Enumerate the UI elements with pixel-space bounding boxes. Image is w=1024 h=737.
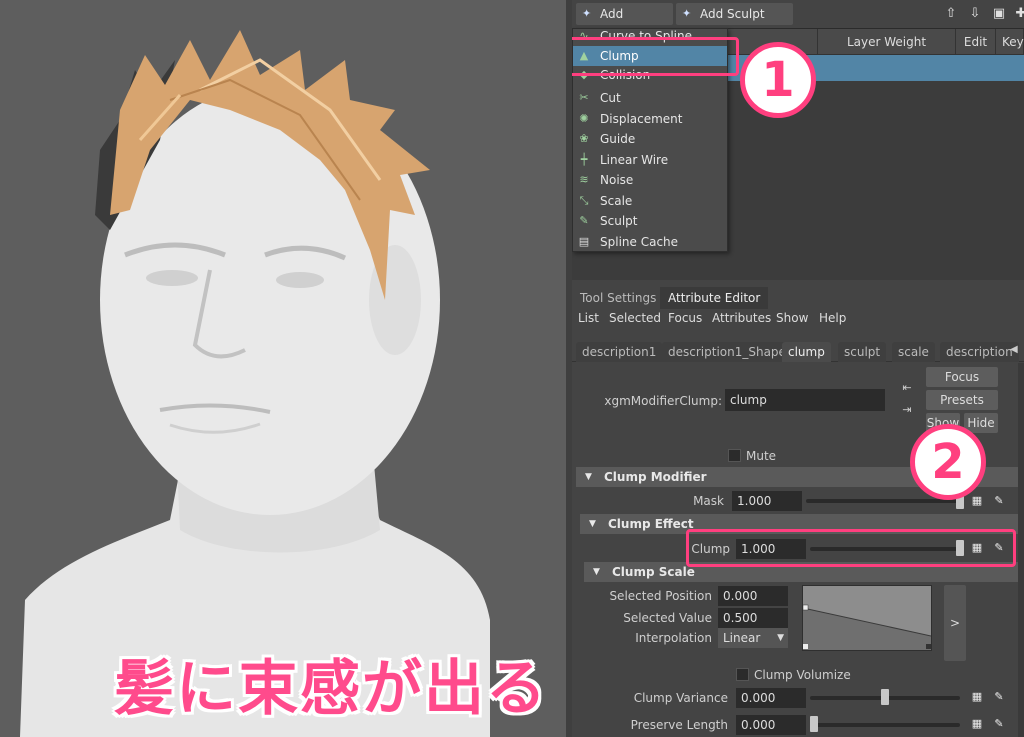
menu-selected[interactable]: Selected [609,309,661,327]
texture-map-icon[interactable]: ▦ [970,690,984,704]
xgen-toolbar: ✦ Add Modifier ✦ Add Sculpt Layer ⇧ ⇩ ▣ … [572,0,1024,43]
panel-tabs: Tool Settings Attribute Editor [572,287,1024,309]
texture-map-icon[interactable]: ▦ [970,494,984,508]
menu-list[interactable]: List [578,309,599,327]
mute-checkbox[interactable] [728,449,741,462]
menu-item-displacement[interactable]: ✺ Displacement [573,109,727,129]
mask-label: Mask [693,494,724,508]
menu-item-cut[interactable]: ✂ Cut [573,88,727,108]
menu-item-linear-wire[interactable]: ┿ Linear Wire [573,150,727,170]
menu-attributes[interactable]: Attributes [712,309,771,327]
move-down-icon[interactable]: ⇩ [966,5,984,23]
interpolation-select[interactable]: Linear ▼ [718,628,788,648]
preserve-length-slider[interactable] [810,723,960,727]
callout-box-clump [572,37,739,76]
interpolation-label: Interpolation [635,631,712,645]
menu-show[interactable]: Show [776,309,808,327]
head-model [20,30,490,737]
tab-attribute-editor[interactable]: Attribute Editor [660,287,769,309]
menu-item-noise[interactable]: ≋ Noise [573,170,727,190]
displacement-icon: ✺ [579,112,589,125]
input-connection-icon[interactable]: ⇤ [900,381,914,395]
mask-field[interactable]: 1.000 [732,491,802,511]
tab-description1[interactable]: description1 [576,342,663,362]
menu-focus[interactable]: Focus [668,309,702,327]
callout-badge-two: 2 [910,424,986,500]
node-name-field[interactable]: clump [725,389,885,411]
viewport[interactable]: 髪に束感が出る [0,0,566,737]
selected-position-field[interactable]: 0.000 [718,586,788,606]
guide-icon: ❀ [579,132,589,145]
mask-slider[interactable] [806,499,960,503]
clump-variance-slider-knob[interactable] [881,689,889,705]
scale-icon: ⤡ [579,194,589,207]
sculpt-icon: ✎ [579,214,589,227]
add-sculpt-layer-icon: ✦ [682,7,692,20]
spline-cache-icon: ▤ [578,235,590,248]
layer-weight-header[interactable]: Layer Weight [818,29,956,55]
output-connection-icon[interactable]: ⇥ [900,403,914,417]
clump-variance-field[interactable]: 0.000 [736,688,806,708]
attr-scrollbar[interactable] [1018,363,1024,737]
key-header[interactable]: Key [996,29,1024,55]
tab-sculpt[interactable]: sculpt [838,342,887,362]
selected-value-field[interactable]: 0.500 [718,608,788,628]
tab-description[interactable]: description [940,342,1019,362]
dropdown-arrow-icon: ▼ [777,633,784,643]
menu-item-guide[interactable]: ❀ Guide [573,129,727,149]
menu-item-spline-cache[interactable]: ▤ Spline Cache [573,232,727,252]
clump-variance-label: Clump Variance [633,691,728,705]
noise-icon: ≋ [579,173,589,186]
app-root: 髪に束感が出る ✦ Add Modifier ✦ Add Sculpt Laye… [0,0,1024,737]
add-sculpt-layer-button[interactable]: ✦ Add Sculpt Layer [676,3,793,43]
selected-value-label: Selected Value [623,611,712,625]
presets-button[interactable]: Presets [926,390,998,410]
ramp-graph[interactable] [802,585,932,651]
node-type-label: xgmModifierClump: [604,394,722,408]
callout-badge-one: 1 [740,42,816,118]
add-layer-icon[interactable]: ✚ [1012,5,1024,23]
menu-help[interactable]: Help [819,309,846,327]
move-up-icon[interactable]: ⇧ [942,5,960,23]
collapse-arrow-icon: ▼ [593,567,600,577]
edit-header[interactable]: Edit [956,29,996,55]
expression-edit-icon[interactable]: ✎ [992,690,1006,704]
collapse-arrow-icon: ▼ [589,519,596,529]
tab-tool-settings[interactable]: Tool Settings [572,287,664,309]
cut-icon: ✂ [579,91,589,104]
caption-text: 髪に束感が出る [114,654,548,724]
focus-button[interactable]: Focus [926,367,998,387]
tab-clump[interactable]: clump [782,342,831,362]
attribute-menu-bar: List Selected Focus Attributes Show Help [572,309,1024,329]
clump-volumize-checkbox[interactable] [736,668,749,681]
expression-edit-icon[interactable]: ✎ [992,717,1006,731]
add-modifier-icon: ✦ [582,7,592,20]
menu-item-scale[interactable]: ⤡ Scale [573,191,727,211]
expand-ramp-button[interactable]: > [944,585,966,661]
tab-description1-shape[interactable]: description1_Shape [662,342,792,362]
clump-volumize-label: Clump Volumize [754,668,851,682]
preserve-length-slider-knob[interactable] [810,716,818,732]
selected-position-label: Selected Position [609,589,712,603]
mute-label: Mute [746,449,777,463]
new-folder-icon[interactable]: ▣ [990,5,1008,23]
xgen-panel: ✦ Add Modifier ✦ Add Sculpt Layer ⇧ ⇩ ▣ … [572,0,1024,737]
add-modifier-button[interactable]: ✦ Add Modifier [576,3,673,43]
tab-scroll-left-icon[interactable]: ◀ [1010,344,1018,355]
expression-edit-icon[interactable]: ✎ [992,494,1006,508]
preserve-length-field[interactable]: 0.000 [736,715,806,735]
node-tabs: description1 description1_Shape clump sc… [572,340,1024,362]
tab-scale[interactable]: scale [892,342,935,362]
collapse-arrow-icon: ▼ [585,472,592,482]
ramp-curve [802,604,932,650]
texture-map-icon[interactable]: ▦ [970,717,984,731]
preserve-length-label: Preserve Length [630,718,728,732]
callout-box-clump-effect [686,529,1016,567]
menu-item-sculpt[interactable]: ✎ Sculpt [573,211,727,231]
linear-wire-icon: ┿ [580,153,588,166]
